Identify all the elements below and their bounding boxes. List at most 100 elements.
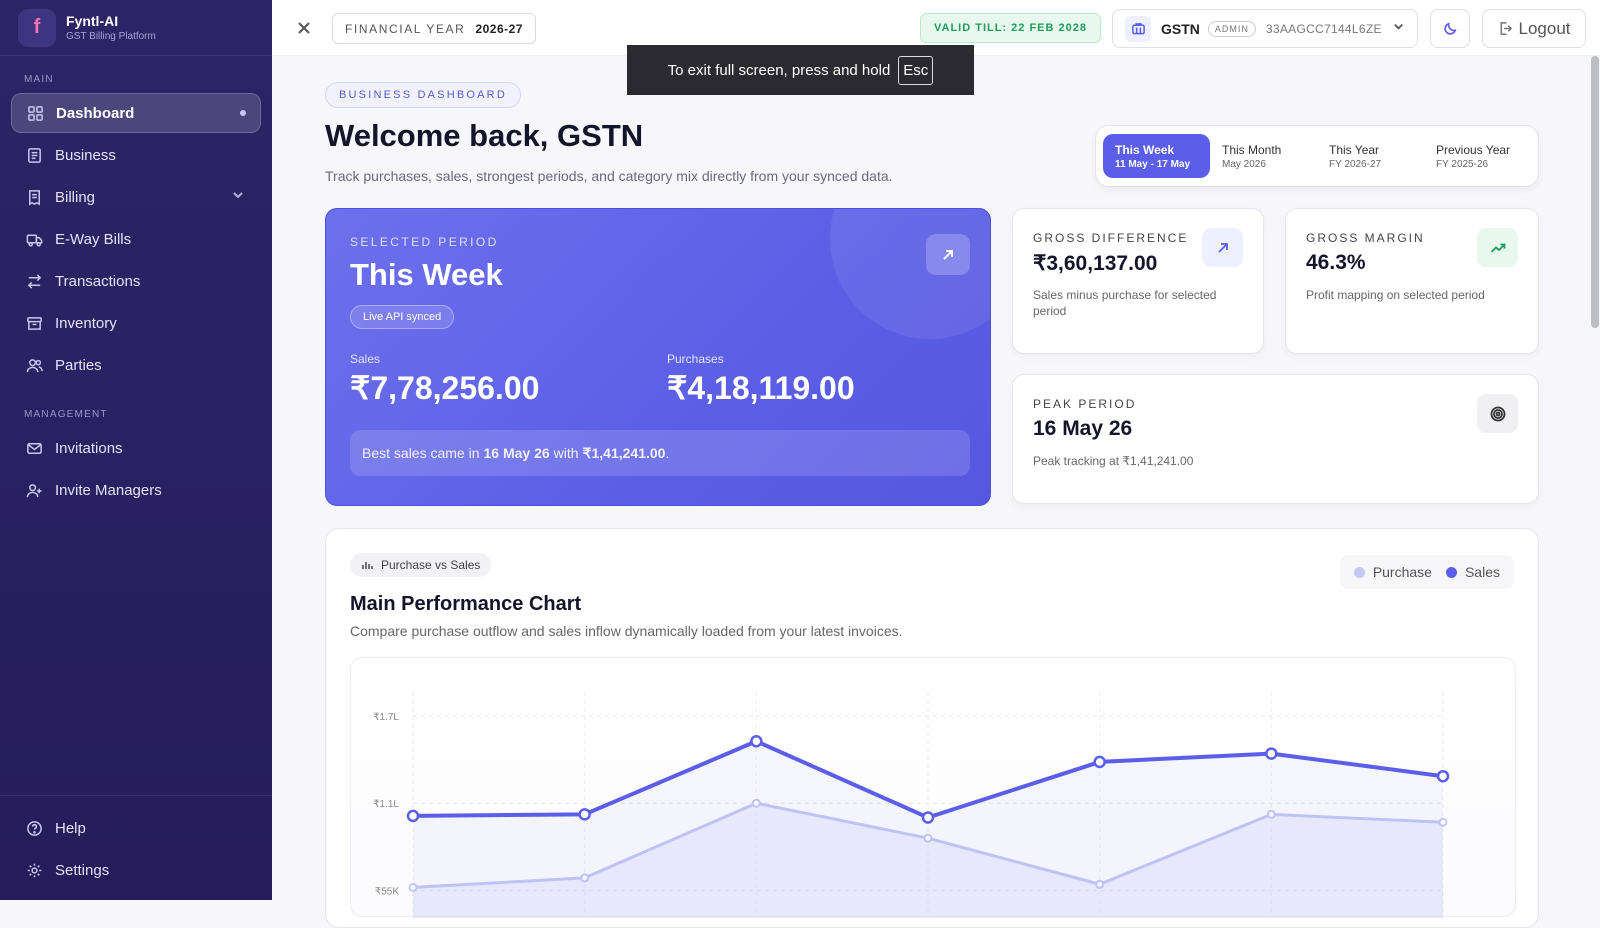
sidebar-item-label: Invitations	[55, 439, 123, 457]
stat-description: Peak tracking at ₹1,41,241.00	[1033, 454, 1194, 468]
brand[interactable]: f Fyntl-AI GST Billing Platform	[0, 0, 272, 56]
stat-description: Profit mapping on selected period	[1306, 288, 1485, 302]
sidebar-item-label: Transactions	[55, 272, 141, 290]
note-mid: with	[553, 445, 579, 461]
legend-label: Purchase	[1372, 564, 1432, 580]
tab-this-week[interactable]: This Week 11 May - 17 May	[1103, 134, 1210, 178]
arrow-up-right-icon	[943, 249, 953, 260]
tab-subtitle: FY 2025-26	[1436, 158, 1489, 170]
stat-description: Sales minus purchase for selected period	[1033, 288, 1217, 318]
chevron-down-icon[interactable]	[231, 188, 245, 206]
sidebar-item-label: E-Way Bills	[55, 230, 132, 248]
hero-label: SELECTED PERIOD	[350, 235, 499, 249]
chart-title: Main Performance Chart	[350, 593, 582, 615]
user-plus-icon	[25, 481, 43, 499]
sidebar-item-label: Inventory	[55, 314, 117, 332]
trending-up-icon	[1477, 228, 1518, 267]
sidebar-item-invitations[interactable]: Invitations	[11, 428, 261, 468]
best-sales-note: Best sales came in 16 May 26 with ₹1,41,…	[350, 430, 970, 476]
sidebar-item-label: Settings	[55, 861, 110, 879]
period-selector: This Week 11 May - 17 May This Month May…	[1095, 125, 1539, 187]
stat-label: GROSS DIFFERENCE	[1033, 231, 1189, 245]
data-point-sales	[1093, 755, 1106, 769]
financial-year-label: FINANCIAL YEAR	[345, 21, 466, 36]
tab-this-year[interactable]: This Year FY 2026-27	[1317, 134, 1424, 178]
tab-previous-year[interactable]: Previous Year FY 2025-26	[1424, 134, 1531, 178]
logout-label: Logout	[1518, 18, 1571, 38]
tab-this-month[interactable]: This Month May 2026	[1210, 134, 1317, 178]
tab-subtitle: 11 May - 17 May	[1115, 158, 1191, 170]
esc-key: Esc	[898, 55, 934, 85]
sidebar-footer: Help Settings	[0, 795, 272, 900]
gstn-name: GSTN	[1161, 20, 1200, 37]
stat-label: GROSS MARGIN	[1306, 231, 1425, 245]
brand-name: Fyntl-AI	[66, 13, 119, 29]
bar-chart-icon	[362, 562, 373, 569]
brand-logo: f	[18, 8, 56, 47]
logout-button[interactable]: Logout	[1482, 9, 1586, 48]
legend-item-purchase[interactable]: Purchase	[1353, 564, 1432, 580]
sidebar-item-help[interactable]: Help	[11, 808, 261, 848]
purchases-value: ₹4,18,119.00	[667, 370, 855, 406]
receipt-icon	[25, 188, 43, 206]
users-icon	[25, 356, 43, 374]
selected-period-card: SELECTED PERIOD This Week Live API synce…	[325, 208, 991, 506]
legend-label: Sales	[1464, 564, 1500, 580]
main-content: BUSINESS DASHBOARD Welcome back, GSTN Tr…	[272, 56, 1600, 928]
fullscreen-exit-toast: To exit full screen, press and hold Esc	[627, 45, 974, 95]
theme-toggle-button[interactable]	[1430, 9, 1470, 48]
tab-subtitle: May 2026	[1222, 158, 1266, 170]
sidebar-item-e-way-bills[interactable]: E-Way Bills	[11, 219, 261, 259]
arrows-icon	[25, 272, 43, 290]
sidebar-item-billing[interactable]: Billing	[11, 177, 261, 217]
sidebar-item-settings[interactable]: Settings	[11, 850, 261, 890]
data-point-sales	[1265, 747, 1278, 760]
gstn-account-selector[interactable]: GSTN ADMIN 33AAGCC7144L6ZE	[1112, 9, 1418, 48]
sidebar-item-label: Invite Managers	[55, 481, 162, 499]
page-subtitle: Track purchases, sales, strongest period…	[325, 168, 893, 184]
chart-subtitle: Compare purchase outflow and sales inflo…	[350, 623, 903, 639]
logout-icon	[1500, 22, 1512, 35]
line-chart: ₹55K ₹1.1L ₹1.7L	[373, 692, 1450, 918]
sidebar-item-parties[interactable]: Parties	[11, 345, 261, 385]
gear-icon	[25, 861, 43, 879]
sales-label: Sales	[350, 352, 381, 366]
building-icon	[25, 146, 43, 164]
data-point-sales	[578, 808, 591, 821]
peak-period-card: PEAK PERIOD 16 May 26 Peak tracking at ₹…	[1012, 374, 1539, 504]
close-button[interactable]	[292, 16, 316, 40]
arrow-up-right-icon	[1202, 228, 1243, 267]
data-point-sales	[921, 811, 935, 824]
section-label-management: MANAGEMENT	[24, 409, 108, 420]
gross-difference-card: GROSS DIFFERENCE ₹3,60,137.00 Sales minu…	[1012, 208, 1264, 354]
legend-item-sales[interactable]: Sales	[1445, 564, 1500, 580]
sidebar-item-label: Dashboard	[56, 104, 135, 122]
chart-chip: Purchase vs Sales	[350, 553, 492, 577]
hero-title: This Week	[350, 257, 503, 292]
truck-icon	[25, 230, 43, 248]
data-point-sales	[406, 809, 420, 823]
financial-year-selector[interactable]: FINANCIAL YEAR 2026-27	[332, 13, 536, 44]
close-icon	[298, 22, 310, 34]
sidebar-item-dashboard[interactable]: Dashboard	[11, 93, 261, 133]
tab-title: This Month	[1222, 142, 1282, 157]
stat-value: 46.3%	[1306, 251, 1366, 274]
moon-icon	[1443, 22, 1456, 35]
data-point-sales	[750, 735, 763, 748]
grid-icon	[26, 104, 44, 122]
sidebar-item-business[interactable]: Business	[11, 135, 261, 175]
briefcase-icon	[1125, 15, 1151, 42]
financial-year-value: 2026-27	[475, 21, 523, 36]
gross-margin-card: GROSS MARGIN 46.3% Profit mapping on sel…	[1285, 208, 1539, 354]
tab-subtitle: FY 2026-27	[1329, 158, 1382, 170]
chevron-down-icon	[1392, 20, 1405, 38]
sidebar-item-label: Help	[55, 819, 86, 837]
sidebar-item-inventory[interactable]: Inventory	[11, 303, 261, 343]
chart-legend: Purchase Sales	[1339, 555, 1514, 589]
sidebar-item-transactions[interactable]: Transactions	[11, 261, 261, 301]
legend-swatch	[1353, 566, 1365, 578]
tab-title: This Week	[1115, 142, 1175, 157]
mail-icon	[25, 439, 43, 457]
sidebar-item-invite-managers[interactable]: Invite Managers	[11, 470, 261, 510]
open-details-button[interactable]	[926, 234, 970, 275]
